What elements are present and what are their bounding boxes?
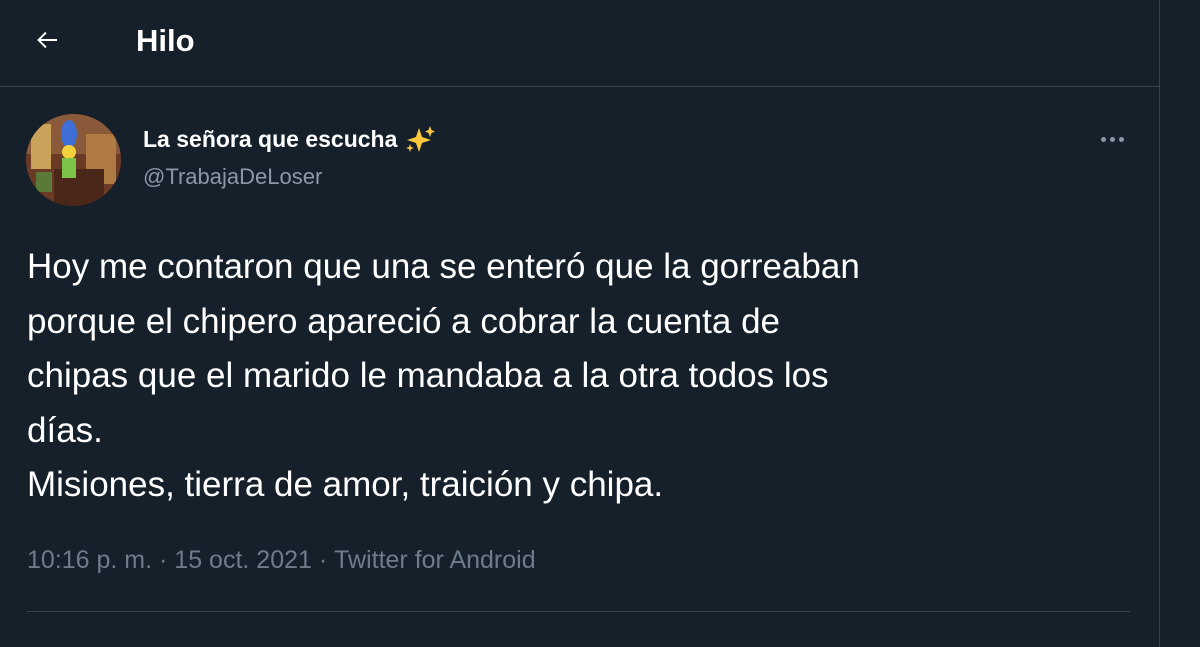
- tweet-source[interactable]: Twitter for Android: [334, 543, 535, 577]
- tweet-text: Hoy me contaron que una se enteró que la…: [27, 247, 860, 504]
- thread-column: Hilo La señora que escucha @TrabajaDeLos…: [0, 0, 1160, 647]
- more-options-button[interactable]: [1090, 122, 1134, 156]
- tweet-meta: 10:16 p. m. · 15 oct. 2021 · Twitter for…: [27, 543, 536, 577]
- author-name-text: La señora que escucha: [143, 126, 398, 152]
- top-bar: Hilo: [0, 0, 1160, 87]
- tweet-date[interactable]: 15 oct. 2021: [174, 543, 312, 577]
- avatar-image: [26, 114, 121, 206]
- more-horizontal-icon-dot: [1118, 136, 1124, 142]
- avatar[interactable]: [26, 114, 121, 206]
- author-name[interactable]: La señora que escucha: [143, 124, 437, 154]
- arrow-left-icon: [37, 31, 57, 49]
- tweet-time[interactable]: 10:16 p. m.: [27, 543, 152, 577]
- sparkles-icon: [406, 126, 436, 152]
- more-horizontal-icon: [1100, 136, 1106, 142]
- page-title: Hilo: [136, 23, 195, 58]
- divider: [27, 611, 1130, 612]
- back-button[interactable]: [22, 17, 72, 63]
- meta-separator: ·: [311, 546, 335, 574]
- author-handle[interactable]: @TrabajaDeLoser: [143, 163, 322, 191]
- more-horizontal-icon-dot: [1109, 136, 1115, 142]
- meta-separator: ·: [152, 546, 175, 574]
